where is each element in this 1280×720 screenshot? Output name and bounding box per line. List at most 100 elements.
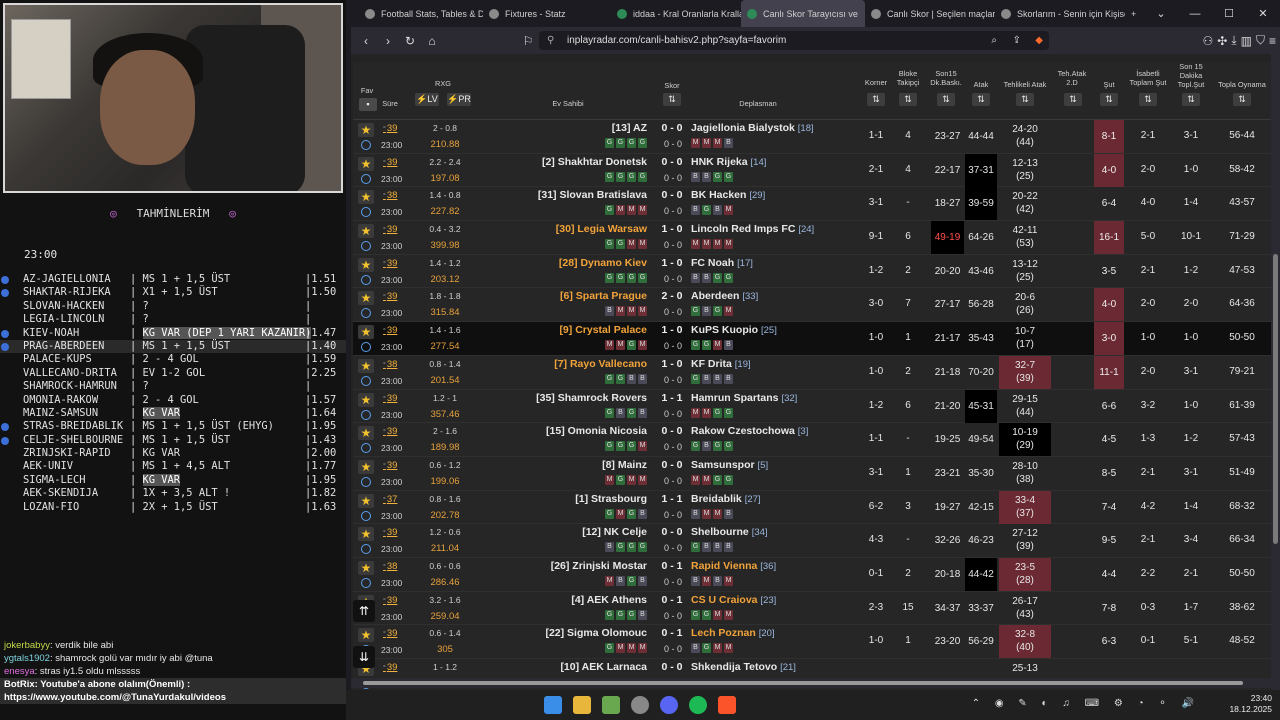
sort-korner-button[interactable]: ⇅ bbox=[867, 93, 885, 106]
away-team[interactable]: Shkendija Tetovo [21] bbox=[691, 661, 796, 673]
away-team[interactable]: Lech Poznan [20] bbox=[691, 627, 775, 639]
clock-icon[interactable] bbox=[361, 476, 371, 487]
away-team[interactable]: Shelbourne [34] bbox=[691, 526, 768, 538]
sort-pr-button[interactable]: ⚡PR bbox=[447, 93, 471, 106]
away-team[interactable]: Rakow Czestochowa [3] bbox=[691, 425, 808, 437]
match-row[interactable]: ★ 38 23:00 0.6 - 0.6 286.46 [26] Zrinjski Mos… bbox=[353, 557, 1271, 592]
brave-shield-icon[interactable]: ◆ bbox=[1035, 35, 1043, 46]
new-tab-button[interactable]: + bbox=[1125, 0, 1145, 27]
away-team[interactable]: HNK Rijeka [14] bbox=[691, 156, 766, 168]
wallet-icon[interactable]: ⛉ bbox=[1256, 33, 1265, 48]
spotify-icon[interactable] bbox=[689, 696, 707, 714]
match-minute[interactable]: 39 bbox=[383, 460, 398, 471]
match-row[interactable]: ★3923:003.2 - 1.6259.04[4] AEK Athens0 -… bbox=[353, 591, 1271, 626]
share-icon[interactable]: ⇪ bbox=[1013, 35, 1021, 46]
favorite-star-icon[interactable]: ★ bbox=[358, 358, 374, 373]
forward-icon[interactable]: › bbox=[377, 34, 399, 48]
away-team[interactable]: Lincoln Red Imps FC [24] bbox=[691, 223, 814, 235]
zoom-icon[interactable]: ⌕ bbox=[991, 35, 997, 46]
favorite-star-icon[interactable]: ★ bbox=[358, 224, 374, 239]
away-team[interactable]: Rapid Vienna [36] bbox=[691, 560, 776, 572]
clock-icon[interactable] bbox=[361, 409, 371, 420]
home-team[interactable]: [8] Mainz bbox=[602, 459, 647, 471]
sort-lv-button[interactable]: ⚡LV bbox=[415, 93, 439, 106]
match-row[interactable]: ★ 38 23:00 0.8 - 1.4 201.54 [7] Rayo Vallecan… bbox=[353, 355, 1271, 390]
clock-icon[interactable] bbox=[361, 241, 371, 252]
clock-icon[interactable] bbox=[361, 577, 371, 588]
match-row[interactable]: ★ 39 23:00 2 - 1.6 189.98 [15] Omonia Nicosia… bbox=[353, 423, 1271, 457]
bookmark-icon[interactable]: ⚐ bbox=[517, 34, 539, 48]
match-minute[interactable]: 39 bbox=[383, 224, 398, 235]
back-icon[interactable]: ‹ bbox=[355, 34, 377, 48]
scroll-bottom-button[interactable]: ⇊ bbox=[353, 646, 375, 668]
away-team[interactable]: Jagiellonia Bialystok [18] bbox=[691, 122, 814, 134]
file-explorer-icon[interactable] bbox=[573, 696, 591, 714]
match-minute[interactable]: 39 bbox=[383, 393, 398, 404]
reload-icon[interactable]: ↻ bbox=[399, 34, 421, 48]
favorite-star-icon[interactable]: ★ bbox=[358, 190, 374, 205]
tab-fixtures[interactable]: Fixtures - Statz bbox=[483, 0, 611, 27]
home-team[interactable]: [6] Sparta Prague bbox=[560, 290, 647, 302]
match-row[interactable]: ★ 39 23:00 1.8 - 1.8 315.84 [6] Sparta Prague… bbox=[353, 288, 1271, 323]
favorite-star-icon[interactable]: ★ bbox=[358, 156, 374, 171]
discord-icon[interactable] bbox=[660, 696, 678, 714]
match-minute[interactable]: 39 bbox=[383, 258, 398, 269]
match-minute[interactable]: 39 bbox=[383, 595, 398, 606]
tab-canli-skor-secilen[interactable]: Canlı Skor | Seçilen maçlar bbox=[865, 0, 995, 27]
extension-icon[interactable]: ⚇ bbox=[1202, 34, 1213, 48]
puzzle-icon[interactable]: ✣ bbox=[1217, 34, 1227, 48]
sort-tehatak-button[interactable]: ⇅ bbox=[1064, 93, 1082, 106]
brave-icon[interactable] bbox=[718, 696, 736, 714]
home-team[interactable]: [28] Dynamo Kiev bbox=[559, 257, 647, 269]
favorite-star-icon[interactable]: ★ bbox=[358, 560, 374, 575]
clock-icon[interactable] bbox=[361, 207, 371, 218]
match-minute[interactable]: 38 bbox=[383, 190, 398, 201]
home-team[interactable]: [13] AZ bbox=[612, 122, 647, 134]
home-icon[interactable]: ⌂ bbox=[421, 34, 443, 48]
away-team[interactable]: Samsunspor [5] bbox=[691, 459, 768, 471]
home-team[interactable]: [1] Strasbourg bbox=[575, 493, 647, 505]
favorite-star-icon[interactable]: ★ bbox=[358, 493, 374, 508]
favorite-star-icon[interactable]: ★ bbox=[358, 257, 374, 272]
maximize-icon[interactable]: ☐ bbox=[1212, 7, 1246, 20]
favorite-star-icon[interactable]: ★ bbox=[358, 291, 374, 306]
clock-icon[interactable] bbox=[361, 510, 371, 521]
vertical-scrollbar[interactable] bbox=[1271, 54, 1280, 690]
away-team[interactable]: CS U Craiova [23] bbox=[691, 594, 776, 606]
match-row[interactable]: ★ 37 23:00 0.8 - 1.6 202.78 [1] Strasbourg 1 -… bbox=[353, 490, 1271, 525]
match-row[interactable]: ★ 39 23:00 2 - 0.8 210.88 [13] AZ 0 - 0 0 - 0 Ja… bbox=[353, 120, 1271, 154]
favorite-star-icon[interactable]: ★ bbox=[358, 426, 374, 441]
home-team[interactable]: [15] Omonia Nicosia bbox=[546, 425, 647, 437]
home-team[interactable]: [12] NK Celje bbox=[582, 526, 647, 538]
home-team[interactable]: [26] Zrinjski Mostar bbox=[551, 560, 647, 572]
close-window-icon[interactable]: ✕ bbox=[1246, 7, 1280, 20]
notepad-icon[interactable] bbox=[602, 696, 620, 714]
match-minute[interactable]: 39 bbox=[383, 426, 398, 437]
match-row[interactable]: ★ 39 23:00 1.4 - 1.2 203.12 [28] Dynamo Kiev 1… bbox=[353, 254, 1271, 289]
match-minute[interactable]: 38 bbox=[383, 561, 398, 572]
clock-icon[interactable] bbox=[361, 140, 371, 150]
match-minute[interactable]: 38 bbox=[383, 359, 398, 370]
match-minute[interactable]: 39 bbox=[383, 291, 398, 302]
tab-iddaa[interactable]: iddaa - Kral Oranlarla Kralla bbox=[611, 0, 741, 27]
clock-icon[interactable] bbox=[361, 173, 371, 184]
fav-lock-icon[interactable]: ▪ bbox=[359, 98, 377, 111]
clock-icon[interactable] bbox=[361, 308, 371, 319]
home-team[interactable]: [35] Shamrock Rovers bbox=[536, 392, 647, 404]
favorite-star-icon[interactable]: ★ bbox=[358, 123, 374, 137]
favorite-star-icon[interactable]: ★ bbox=[358, 459, 374, 474]
tab-canli-skor-active[interactable]: Canlı Skor Tarayıcısı ve✕ bbox=[741, 0, 865, 27]
match-minute[interactable]: 39 bbox=[383, 123, 398, 134]
match-row[interactable]: ★ 39 23:00 0.6 - 1.2 199.06 [8] Mainz 0 - 0 0 -… bbox=[353, 456, 1271, 491]
home-team[interactable]: [2] Shakhtar Donetsk bbox=[542, 156, 647, 168]
start-icon[interactable] bbox=[544, 696, 562, 714]
favorite-star-icon[interactable]: ★ bbox=[358, 325, 374, 340]
favorite-star-icon[interactable]: ★ bbox=[358, 628, 374, 643]
sort-son15-button[interactable]: ⇅ bbox=[937, 93, 955, 106]
sort-tehlikeli-button[interactable]: ⇅ bbox=[1016, 93, 1034, 106]
away-team[interactable]: BK Hacken [29] bbox=[691, 189, 765, 201]
home-team[interactable]: [9] Crystal Palace bbox=[559, 324, 647, 336]
horizontal-scrollbar[interactable] bbox=[351, 678, 1280, 688]
sort-sut-button[interactable]: ⇅ bbox=[1100, 93, 1118, 106]
sort-topla-button[interactable]: ⇅ bbox=[1233, 93, 1251, 106]
